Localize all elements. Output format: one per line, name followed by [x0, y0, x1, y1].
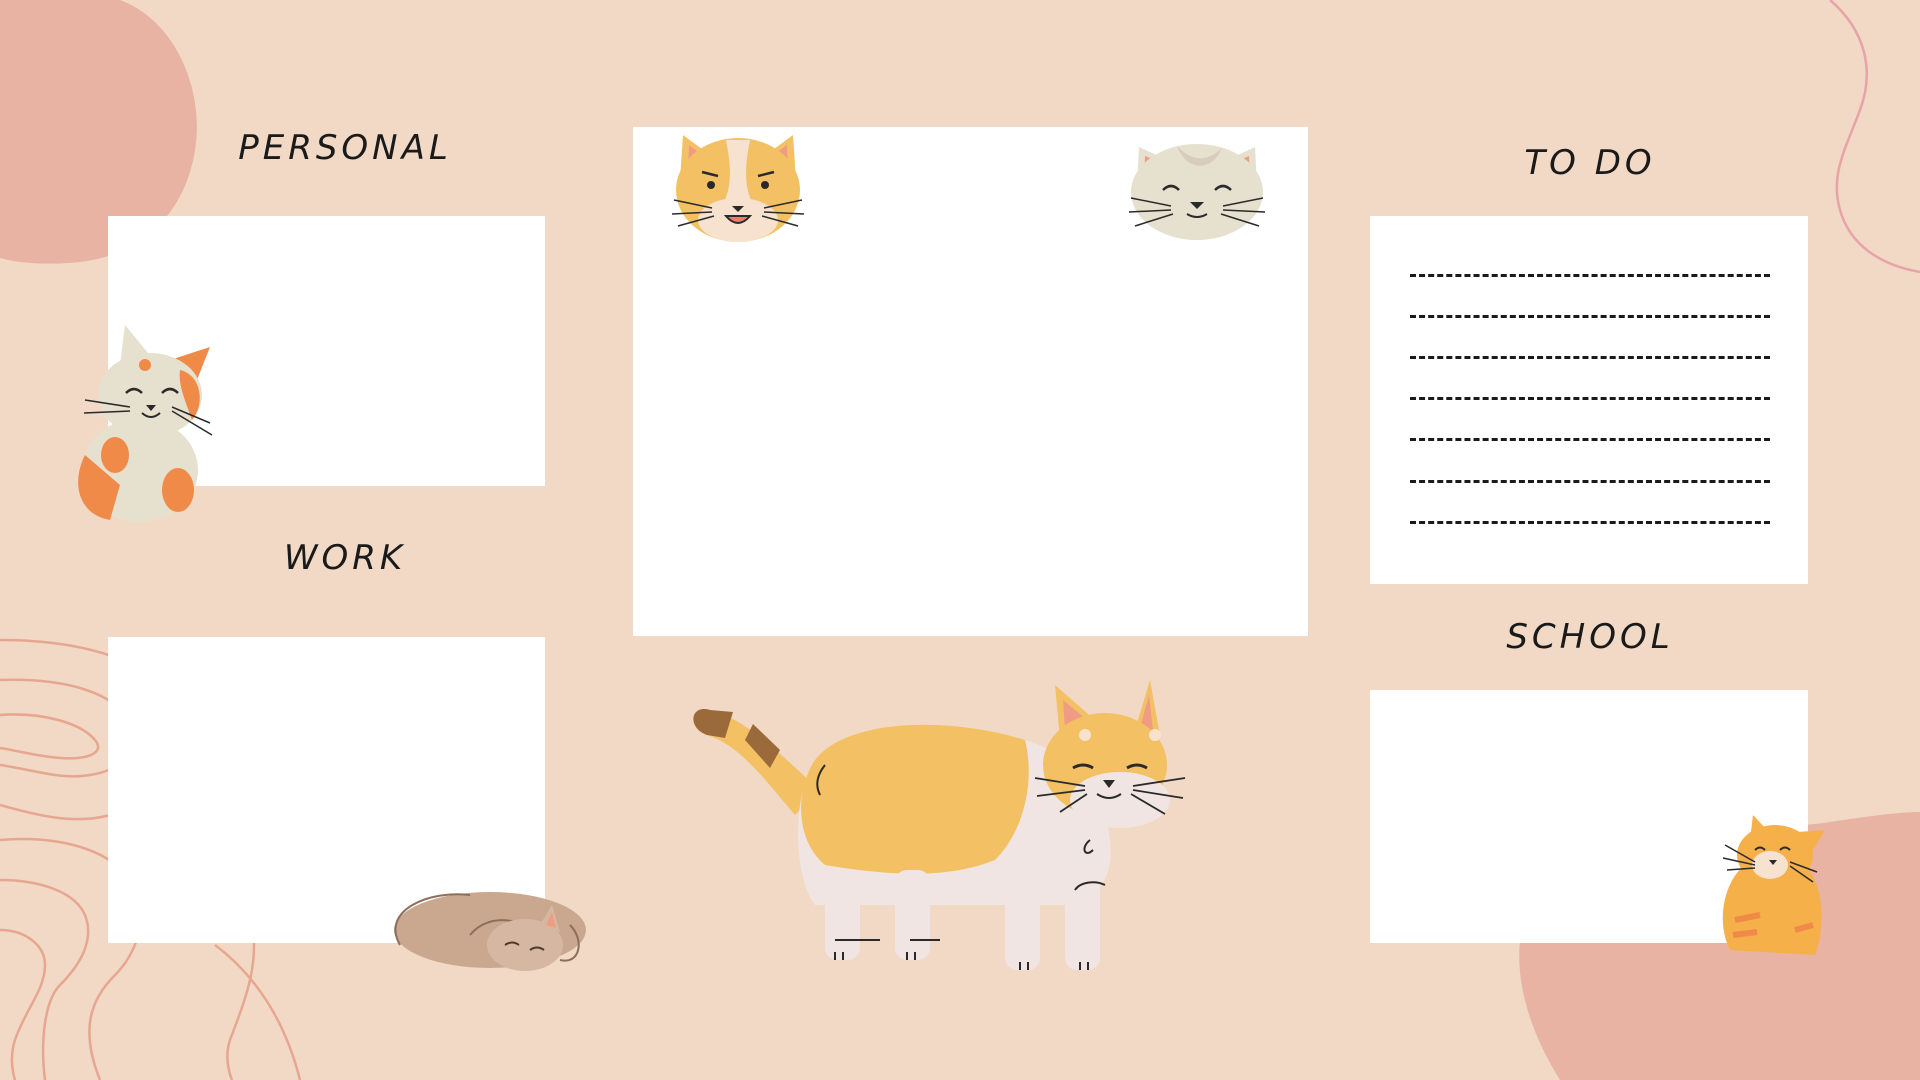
todo-line[interactable] — [1410, 521, 1770, 524]
todo-line[interactable] — [1410, 397, 1770, 400]
todo-line[interactable] — [1410, 438, 1770, 441]
todo-line[interactable] — [1410, 315, 1770, 318]
todo-line[interactable] — [1410, 480, 1770, 483]
work-heading: WORK — [283, 538, 407, 578]
todo-card[interactable] — [1370, 216, 1808, 584]
todo-line[interactable] — [1410, 274, 1770, 277]
personal-heading: PERSONAL — [238, 128, 452, 168]
todo-heading: TO DO — [1524, 143, 1656, 183]
main-note-card[interactable] — [633, 127, 1308, 636]
personal-card[interactable] — [108, 216, 545, 486]
school-card[interactable] — [1370, 690, 1808, 943]
squiggle-top-right — [1829, 0, 1920, 274]
school-heading: SCHOOL — [1506, 617, 1674, 657]
work-card[interactable] — [108, 637, 545, 943]
todo-line[interactable] — [1410, 356, 1770, 359]
